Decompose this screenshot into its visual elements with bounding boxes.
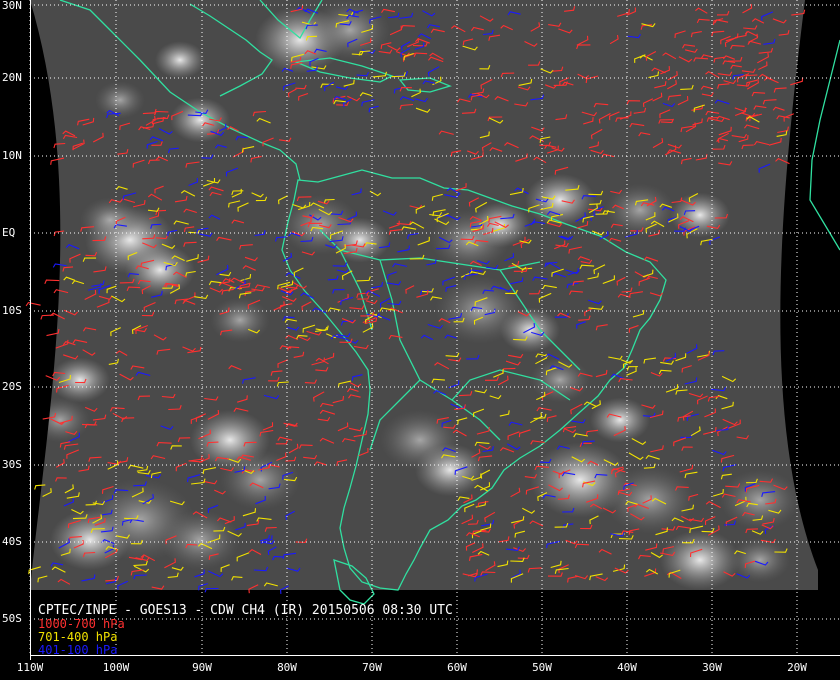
satellite-map: 30N 20N 10N EQ 10S 20S 30S 40S 50S 110W …	[0, 0, 840, 680]
lat-label-50s: 50S	[2, 612, 22, 625]
lon-label-110w: 110W	[16, 661, 44, 674]
cloud-patch	[590, 397, 650, 443]
cloud-patch	[160, 510, 240, 570]
lon-label-30w: 30W	[702, 661, 722, 674]
product-title: CPTEC/INPE - GOES13 - CDW CH4 (IR) 20150…	[38, 603, 453, 618]
lon-label-20w: 20W	[787, 661, 807, 674]
lat-label-30s: 30S	[2, 458, 22, 471]
cloud-patch	[155, 41, 205, 79]
cloud-patch	[730, 537, 790, 583]
lon-label-100w: 100W	[102, 661, 130, 674]
lon-label-50w: 50W	[532, 661, 552, 674]
cloud-patch	[210, 297, 270, 343]
cloud-patch	[720, 470, 800, 530]
cloud-patch	[125, 243, 195, 297]
wind-barb	[40, 314, 54, 320]
wind-barb	[25, 301, 41, 307]
legend-mid-level: 701-400 hPa	[38, 630, 118, 644]
lon-label-60w: 60W	[447, 661, 467, 674]
lon-label-90w: 90W	[192, 661, 212, 674]
legend-low-level: 1000-700 hPa	[38, 617, 125, 631]
cloud-patch	[50, 357, 110, 403]
lat-label-20s: 20S	[2, 380, 22, 393]
lat-label-10s: 10S	[2, 304, 22, 317]
lat-label-40s: 40S	[2, 535, 22, 548]
cloud-patch	[30, 397, 90, 443]
lon-label-70w: 70W	[362, 661, 382, 674]
lat-label-20n: 20N	[2, 71, 22, 84]
cloud-patch	[605, 183, 675, 237]
lat-label-10n: 10N	[2, 149, 22, 162]
lon-label-80w: 80W	[277, 661, 297, 674]
lat-label-eq: EQ	[2, 226, 16, 239]
map-canvas	[25, 0, 840, 660]
lon-label-40w: 40W	[617, 661, 637, 674]
cloud-patch	[660, 530, 740, 590]
cloud-patch	[415, 443, 485, 497]
wind-barb	[44, 279, 60, 285]
coastline-africa	[809, 39, 840, 251]
cloud-patch	[80, 197, 140, 243]
lat-label-30n: 30N	[2, 0, 22, 12]
legend-high-level: 401-100 hPa	[38, 643, 118, 657]
